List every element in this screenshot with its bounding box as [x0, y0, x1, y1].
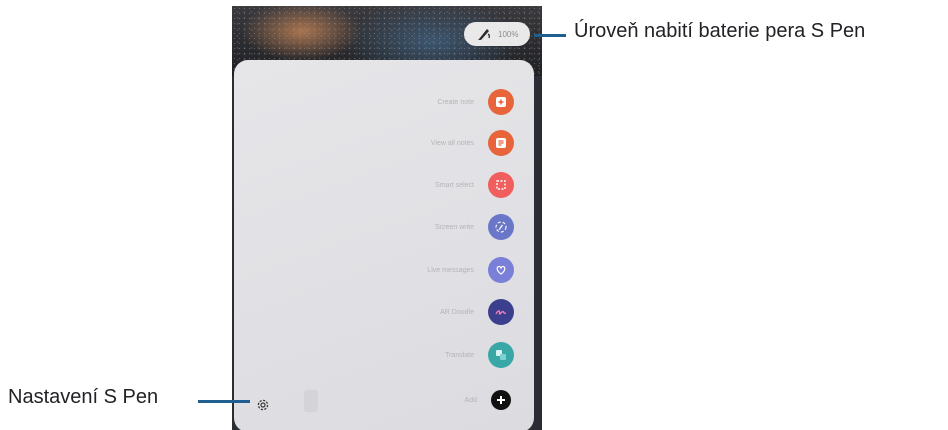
- battery-callout-line: [534, 34, 566, 37]
- s-pen-icon: [478, 29, 490, 40]
- menu-item-live-messages[interactable]: Live messages: [427, 256, 514, 284]
- menu-item-add[interactable]: Add: [465, 386, 514, 414]
- menu-item-label: Screen write: [435, 223, 474, 231]
- screen-write-icon[interactable]: [488, 214, 514, 240]
- add-icon[interactable]: [491, 390, 511, 410]
- menu-item-label: Live messages: [427, 266, 474, 274]
- phone-screen: 100% Create note View all notes Smart se…: [232, 6, 542, 430]
- settings-callout-line: [198, 400, 250, 403]
- faint-background-mark: [304, 390, 318, 412]
- gear-icon[interactable]: [255, 397, 271, 413]
- settings-callout-label: Nastavení S Pen: [8, 386, 159, 408]
- menu-item-label: Translate: [445, 351, 474, 359]
- create-note-icon[interactable]: [488, 89, 514, 115]
- smart-select-icon[interactable]: [488, 172, 514, 198]
- air-command-panel: Create note View all notes Smart select …: [234, 60, 534, 430]
- menu-item-smart-select[interactable]: Smart select: [435, 171, 514, 199]
- live-messages-icon[interactable]: [488, 257, 514, 283]
- menu-item-label: Add: [464, 396, 477, 404]
- ar-doodle-icon[interactable]: [488, 299, 514, 325]
- menu-item-label: Smart select: [435, 181, 474, 189]
- menu-item-translate[interactable]: Translate: [445, 341, 514, 369]
- translate-icon[interactable]: [488, 342, 514, 368]
- view-all-notes-icon[interactable]: [488, 130, 514, 156]
- menu-item-label: Create note: [437, 98, 474, 106]
- menu-item-label: AR Doodle: [440, 308, 474, 316]
- s-pen-battery-indicator: 100%: [464, 22, 530, 46]
- battery-percent: 100%: [498, 29, 519, 39]
- menu-item-ar-doodle[interactable]: AR Doodle: [440, 298, 514, 326]
- menu-item-screen-write[interactable]: Screen write: [435, 213, 514, 241]
- battery-callout-label: Úroveň nabití baterie pera S Pen: [574, 20, 866, 42]
- menu-item-label: View all notes: [430, 139, 474, 147]
- menu-item-create-note[interactable]: Create note: [437, 88, 514, 116]
- menu-item-view-all-notes[interactable]: View all notes: [431, 129, 514, 157]
